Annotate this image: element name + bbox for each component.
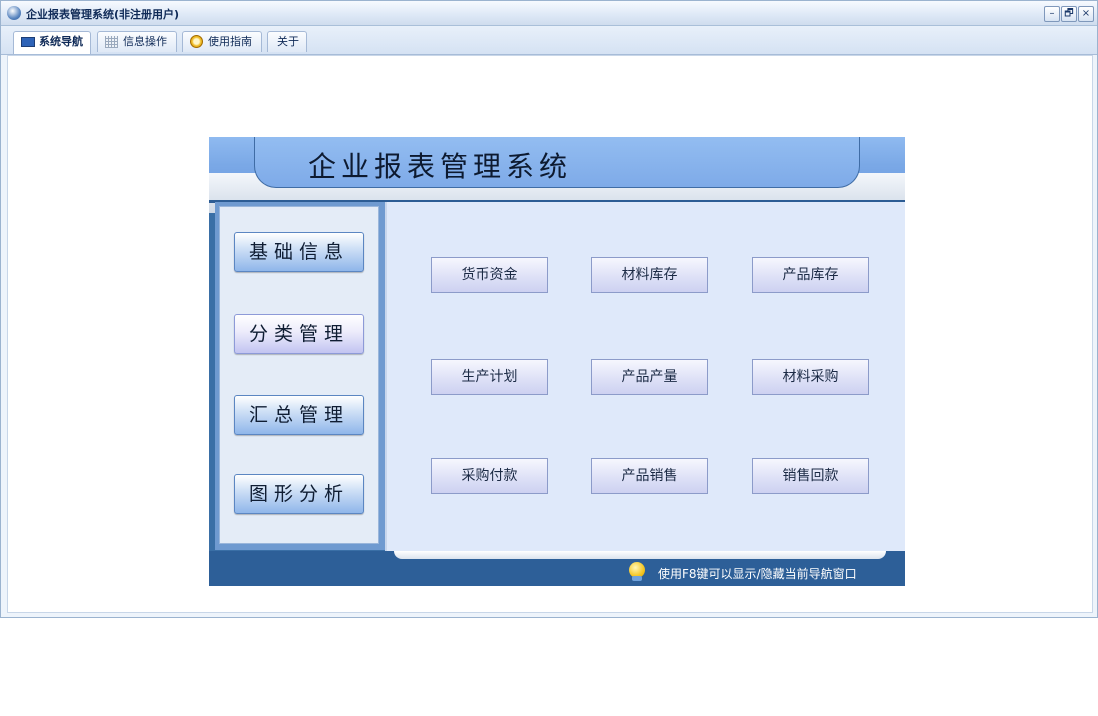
- function-material-purchase-button[interactable]: 材料采购: [752, 359, 869, 395]
- tab-label: 信息操作: [123, 35, 167, 48]
- function-purchase-payment-button[interactable]: 采购付款: [431, 458, 548, 494]
- tab-label: 关于: [277, 35, 299, 48]
- category-chart-analysis-button[interactable]: 图形分析: [234, 474, 364, 514]
- clock-icon: [190, 35, 203, 48]
- close-button[interactable]: ×: [1078, 6, 1094, 22]
- window-title: 企业报表管理系统(非注册用户): [26, 8, 180, 21]
- banner-title: 企业报表管理系统: [308, 150, 573, 183]
- function-area: 货币资金 材料库存 产品库存 生产计划 产品产量 材料采购 采购付款 产品销售 …: [385, 202, 905, 551]
- title-bar[interactable]: 企业报表管理系统(非注册用户) – 🗗 ×: [1, 1, 1097, 26]
- footer-strip: [394, 551, 886, 559]
- category-summary-button[interactable]: 汇总管理: [234, 395, 364, 435]
- function-material-stock-button[interactable]: 材料库存: [591, 257, 708, 293]
- tab-about[interactable]: 关于: [267, 31, 307, 52]
- function-product-stock-button[interactable]: 产品库存: [752, 257, 869, 293]
- banner-title-plate: 企业报表管理系统: [254, 137, 860, 188]
- restore-button[interactable]: 🗗: [1061, 6, 1077, 22]
- monitor-icon: [21, 37, 35, 47]
- category-sidebar: 基础信息 分类管理 汇总管理 图形分析: [215, 202, 385, 550]
- category-classification-button[interactable]: 分类管理: [234, 314, 364, 354]
- tab-info-ops[interactable]: 信息操作: [97, 31, 177, 52]
- minimize-button[interactable]: –: [1044, 6, 1060, 22]
- function-cash-button[interactable]: 货币资金: [431, 257, 548, 293]
- tab-user-guide[interactable]: 使用指南: [182, 31, 262, 52]
- lightbulb-icon: [629, 562, 645, 581]
- function-sales-receipt-button[interactable]: 销售回款: [752, 458, 869, 494]
- category-list: 基础信息 分类管理 汇总管理 图形分析: [219, 206, 379, 544]
- tab-label: 系统导航: [39, 35, 83, 48]
- tab-label: 使用指南: [208, 35, 252, 48]
- tab-strip: 系统导航 信息操作 使用指南 关于: [1, 26, 1097, 55]
- tab-system-nav[interactable]: 系统导航: [13, 31, 91, 54]
- navigation-panel: 企业报表管理系统 基础信息 分类管理 汇总管理 图形分析 货币资金 材料库存 产…: [209, 137, 905, 586]
- function-product-output-button[interactable]: 产品产量: [591, 359, 708, 395]
- category-basic-info-button[interactable]: 基础信息: [234, 232, 364, 272]
- app-logo-icon: [7, 6, 21, 20]
- grid-icon: [105, 36, 118, 48]
- function-product-sales-button[interactable]: 产品销售: [591, 458, 708, 494]
- function-production-plan-button[interactable]: 生产计划: [431, 359, 548, 395]
- banner: 企业报表管理系统: [209, 137, 905, 213]
- footer-hint: 使用F8键可以显示/隐藏当前导航窗口: [658, 567, 857, 581]
